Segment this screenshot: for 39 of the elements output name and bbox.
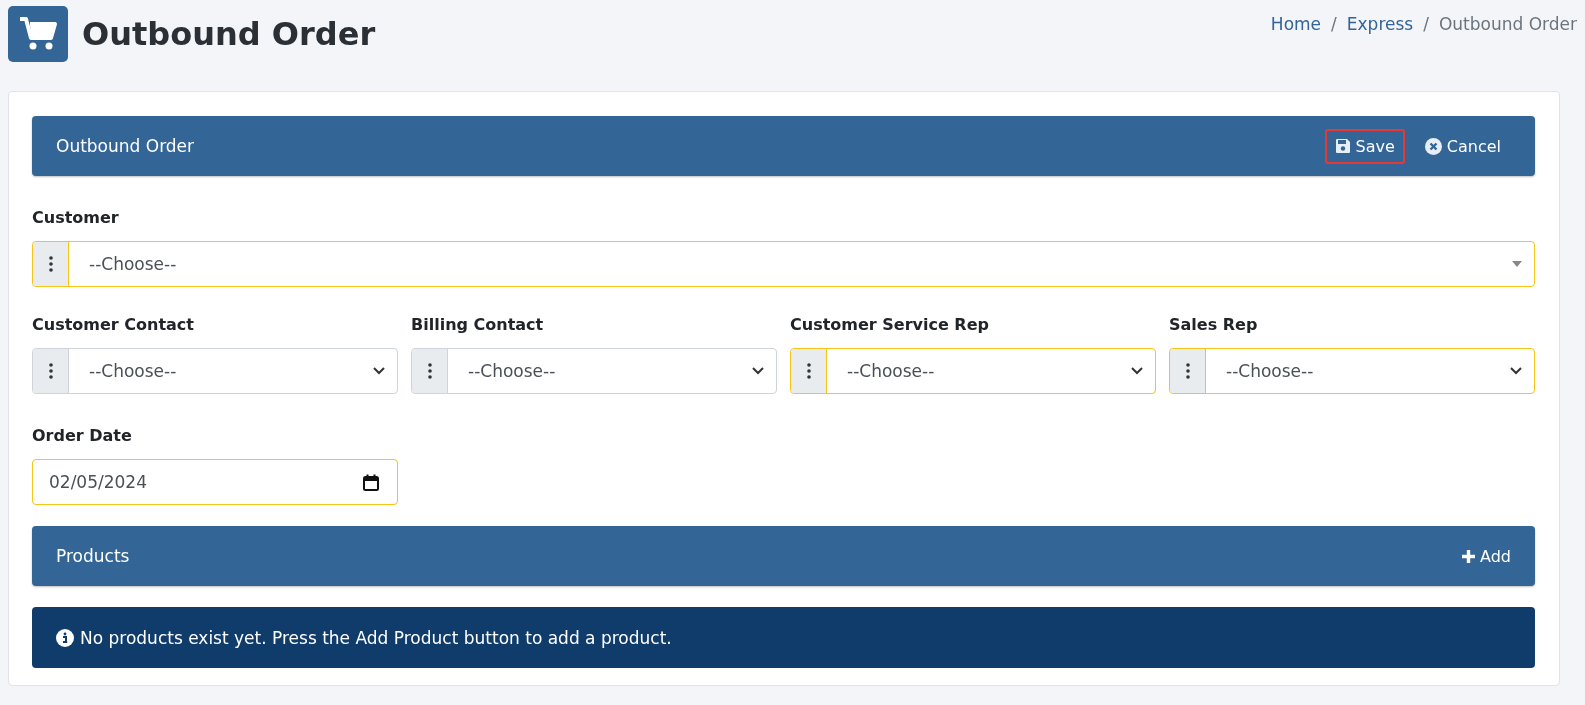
date-field[interactable]: 02/05/2024 bbox=[32, 459, 398, 505]
chevron-down-icon bbox=[1131, 367, 1143, 375]
cart-logo-icon bbox=[8, 6, 68, 62]
page-title: Outbound Order bbox=[82, 15, 376, 53]
field-label: Billing Contact bbox=[411, 315, 545, 334]
save-button[interactable]: Save bbox=[1324, 128, 1405, 164]
caret-icon bbox=[1512, 261, 1522, 267]
select-field[interactable]: --Choose-- bbox=[790, 348, 1156, 394]
plus-icon bbox=[1461, 548, 1476, 564]
calendar-icon bbox=[363, 473, 379, 491]
chevron-down-icon bbox=[752, 367, 764, 375]
field-label: Customer Service Rep bbox=[790, 315, 990, 334]
cancel-button[interactable]: Cancel bbox=[1414, 128, 1511, 164]
dots-icon bbox=[48, 256, 53, 272]
field-label: Customer Contact bbox=[32, 315, 195, 334]
breadcrumb-link[interactable]: Outbound Order bbox=[1438, 14, 1577, 34]
alert-message: No products exist yet. Press the Add Product button to add a product. bbox=[80, 627, 672, 648]
select-field[interactable]: --Choose-- bbox=[32, 348, 398, 394]
info-icon bbox=[56, 628, 74, 647]
field-label: Order Date bbox=[32, 426, 133, 445]
field-label: Customer bbox=[32, 208, 120, 227]
dots-icon bbox=[48, 363, 53, 379]
chevron-down-icon bbox=[373, 367, 385, 375]
close-icon bbox=[1424, 137, 1442, 155]
dots-icon bbox=[1185, 363, 1190, 379]
field-label: Sales Rep bbox=[1169, 315, 1259, 334]
panel-title: Outbound Order bbox=[56, 136, 195, 156]
select-field[interactable]: --Choose-- bbox=[32, 241, 1535, 287]
breadcrumb-link[interactable]: Express bbox=[1346, 14, 1414, 34]
breadcrumb-link[interactable]: Home bbox=[1270, 14, 1322, 34]
breadcrumb-separator: / bbox=[1423, 14, 1429, 34]
dots-icon bbox=[427, 363, 432, 379]
dots-icon bbox=[806, 363, 811, 379]
breadcrumb-separator: / bbox=[1331, 14, 1337, 34]
chevron-down-icon bbox=[1510, 367, 1522, 375]
panel-title: Products bbox=[56, 546, 130, 566]
select-field[interactable]: --Choose-- bbox=[1169, 348, 1535, 394]
select-field[interactable]: --Choose-- bbox=[411, 348, 777, 394]
add-button[interactable]: Add bbox=[1461, 546, 1511, 566]
